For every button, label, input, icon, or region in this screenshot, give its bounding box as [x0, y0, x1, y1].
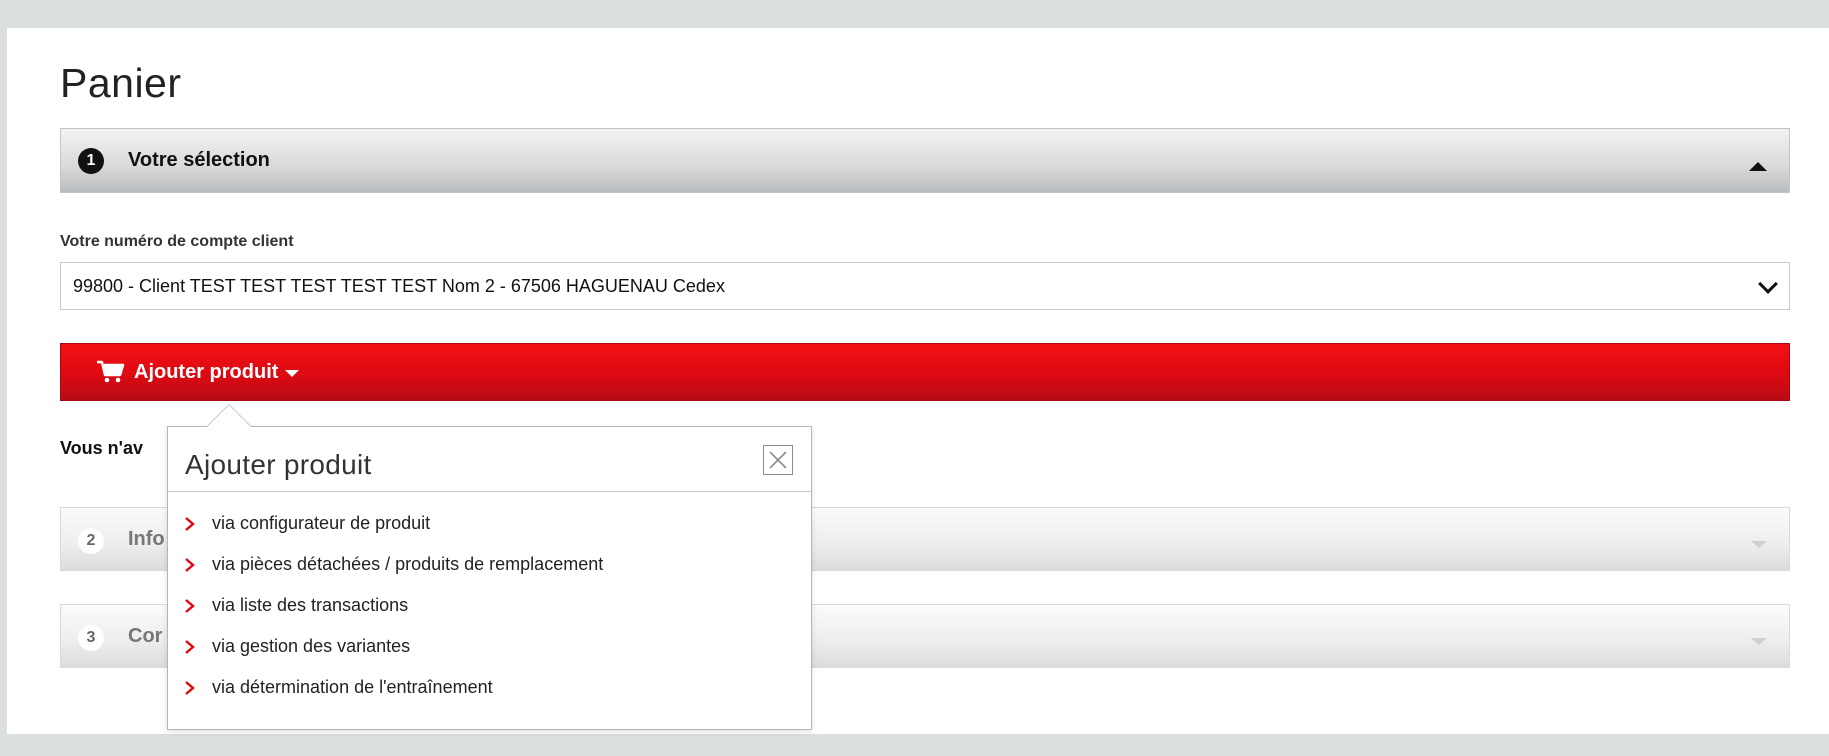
menu-item-transaction-list[interactable]: via liste des transactions: [184, 585, 603, 626]
add-product-label: Ajouter produit: [134, 360, 279, 383]
add-product-button[interactable]: Ajouter produit: [96, 357, 300, 387]
chevron-right-icon: [185, 598, 195, 613]
close-button[interactable]: [763, 445, 793, 475]
menu-item-label: via gestion des variantes: [212, 636, 411, 656]
empty-cart-notice: Vous n'av: [60, 438, 143, 458]
chevron-right-icon: [185, 680, 195, 695]
chevron-right-icon: [185, 516, 195, 531]
close-icon: [769, 451, 787, 469]
cart-icon: [97, 360, 125, 383]
menu-item-label: via liste des transactions: [212, 595, 409, 615]
page-title: Panier: [60, 60, 182, 106]
popover-menu: via configurateur de produit via pièces …: [184, 503, 603, 708]
menu-item-label: via configurateur de produit: [212, 513, 431, 533]
popover-arrow: [206, 404, 252, 427]
collapse-caret-icon[interactable]: [1749, 162, 1767, 171]
menu-item-spare-parts[interactable]: via pièces détachées / produits de rempl…: [184, 544, 603, 585]
step-number-2: 2: [78, 528, 104, 554]
account-select-value: 99800 - Client TEST TEST TEST TEST TEST …: [73, 276, 725, 296]
account-select[interactable]: 99800 - Client TEST TEST TEST TEST TEST …: [60, 262, 1790, 310]
section-label-selection: Votre sélection: [128, 149, 270, 171]
account-field-label: Votre numéro de compte client: [60, 233, 294, 250]
menu-item-label: via pièces détachées / produits de rempl…: [212, 554, 604, 574]
menu-item-label: via détermination de l'entraînement: [212, 677, 493, 697]
add-product-bar: Ajouter produit: [60, 343, 1790, 401]
section-header-selection[interactable]: 1 Votre sélection: [60, 128, 1790, 193]
chevron-right-icon: [185, 639, 195, 654]
section-label-info: Info: [128, 528, 165, 550]
chevron-down-icon: [1758, 274, 1778, 294]
popover-divider: [168, 491, 811, 492]
expand-caret-icon[interactable]: [1751, 541, 1767, 548]
menu-item-product-configurator[interactable]: via configurateur de produit: [184, 503, 603, 544]
caret-down-icon: [285, 369, 300, 377]
menu-item-drive-determination[interactable]: via détermination de l'entraînement: [184, 667, 603, 708]
step-number-3: 3: [78, 625, 104, 651]
chevron-right-icon: [185, 557, 195, 572]
section-label-confirm: Cor: [128, 625, 163, 647]
menu-item-variant-management[interactable]: via gestion des variantes: [184, 626, 603, 667]
expand-caret-icon[interactable]: [1751, 638, 1767, 645]
popover-title: Ajouter produit: [185, 449, 372, 480]
add-product-popover: Ajouter produit via configurateur de pro…: [167, 404, 812, 730]
step-number-1: 1: [78, 148, 104, 174]
